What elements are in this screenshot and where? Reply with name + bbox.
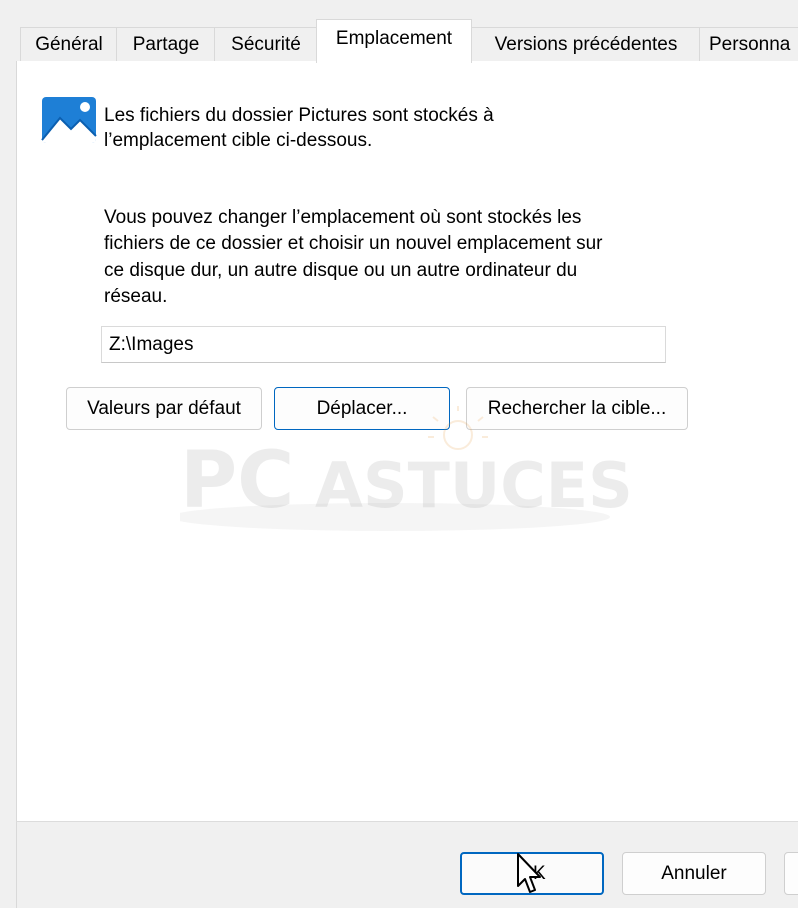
cancel-button[interactable]: Annuler [622,852,766,895]
tab-customize[interactable]: Personna [699,27,798,62]
move-button[interactable]: Déplacer... [274,387,450,430]
mouse-cursor-icon [517,853,541,893]
description-line2: fichiers de ce dossier et choisir un nou… [104,233,603,254]
tab-bar: Général Partage Sécurité Versions précéd… [0,0,798,63]
description-line4: réseau. [104,286,168,307]
tab-sharing[interactable]: Partage [116,27,216,62]
description-line1: Vous pouvez changer l’emplacement où son… [104,207,582,228]
pictures-folder-icon [41,97,97,143]
description-line3: ce disque dur, un autre disque ou un aut… [104,260,578,281]
location-header-line2: l’emplacement cible ci-dessous. [104,130,373,151]
find-target-button[interactable]: Rechercher la cible... [466,387,688,430]
tab-panel-location [16,61,798,821]
tab-general[interactable]: Général [20,27,118,62]
restore-default-button[interactable]: Valeurs par défaut [66,387,262,430]
location-path-input[interactable]: Z:\Images [101,326,666,363]
location-header-line1: Les fichiers du dossier Pictures sont st… [104,105,494,126]
apply-button-partial[interactable] [784,852,798,895]
tab-previous-versions[interactable]: Versions précédentes [471,27,701,62]
tab-location[interactable]: Emplacement [316,19,472,63]
tab-security[interactable]: Sécurité [214,27,318,62]
